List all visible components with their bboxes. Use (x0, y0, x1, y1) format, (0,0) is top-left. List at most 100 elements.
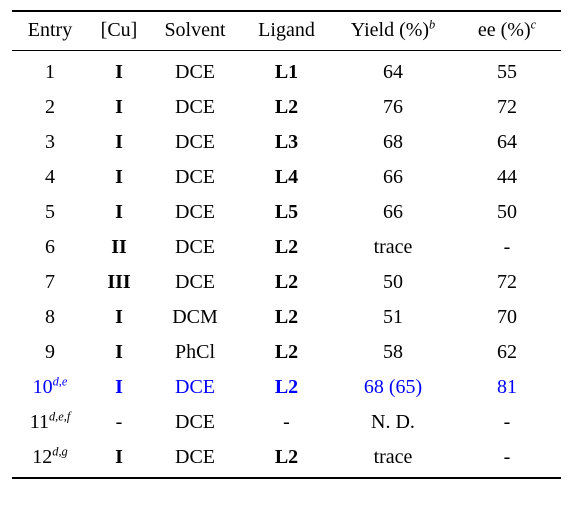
column-header-yield-label: Yield (%) (350, 19, 430, 41)
cell-entry: 7 (12, 265, 88, 300)
cell-yield: 68 (333, 125, 453, 160)
cell-solvent: DCE (150, 265, 240, 300)
cell-ee: - (453, 230, 561, 265)
cell-entry-value: 4 (45, 166, 55, 188)
column-header-ee-label: ee (%) (477, 19, 531, 41)
cell-ligand-value: L2 (274, 306, 299, 328)
cell-ee-value: - (503, 446, 511, 468)
table-row: 6 II DCE L2 trace - (12, 230, 561, 265)
cell-entry-value: 5 (45, 201, 55, 223)
cell-ee-value: 81 (497, 376, 517, 398)
cell-entry-value: 10 (32, 376, 53, 398)
cell-yield-value: 68 (65) (363, 376, 423, 398)
cell-yield: 58 (333, 335, 453, 370)
cell-entry-value: 3 (45, 131, 55, 153)
cell-ligand-value: L2 (274, 271, 299, 293)
cell-yield-value: 64 (383, 61, 403, 83)
cell-entry-value: 12 (32, 446, 53, 468)
cell-cu-value: I (115, 61, 123, 83)
cell-ee: 50 (453, 195, 561, 230)
table-row: 11d,e,f - DCE - N. D. - (12, 405, 561, 440)
cell-cu: I (88, 160, 150, 195)
results-table-container: Entry [Cu] Solvent Ligand Yield (%)b ee … (0, 0, 573, 517)
cell-entry-value: 11 (29, 411, 49, 433)
table-row: 4 I DCE L4 66 44 (12, 160, 561, 195)
cell-ligand: L2 (240, 90, 333, 125)
cell-entry-value: 9 (45, 341, 55, 363)
cell-cu-value: - (115, 411, 123, 433)
cell-solvent-value: DCE (175, 446, 215, 468)
cell-ee: - (453, 405, 561, 440)
cell-ee: 44 (453, 160, 561, 195)
column-header-solvent: Solvent (150, 11, 240, 51)
table-row: 10d,e I DCE L2 68 (65) 81 (12, 370, 561, 405)
cell-entry: 9 (12, 335, 88, 370)
cell-ee-value: 55 (497, 61, 517, 83)
column-header-cu-label: [Cu] (100, 19, 138, 41)
cell-yield: 68 (65) (333, 370, 453, 405)
cell-solvent: DCE (150, 51, 240, 91)
cell-yield-value: 66 (383, 201, 403, 223)
cell-cu: I (88, 440, 150, 479)
column-header-cu: [Cu] (88, 11, 150, 51)
cell-solvent-value: DCE (175, 201, 215, 223)
cell-entry: 4 (12, 160, 88, 195)
cell-cu-value: I (115, 96, 123, 118)
cell-entry-value: 8 (45, 306, 55, 328)
column-header-ee: ee (%)c (453, 11, 561, 51)
cell-ligand-value: L2 (274, 446, 299, 468)
cell-entry: 5 (12, 195, 88, 230)
results-table: Entry [Cu] Solvent Ligand Yield (%)b ee … (12, 10, 561, 479)
cell-solvent: PhCl (150, 335, 240, 370)
cell-cu: I (88, 195, 150, 230)
column-header-yield-marker: b (429, 17, 436, 32)
cell-solvent: DCE (150, 90, 240, 125)
table-body: 1 I DCE L1 64 55 2 I DCE L2 76 72 3 I DCE L3 68 64 4 I DCE L4… (12, 51, 561, 479)
table-row: 1 I DCE L1 64 55 (12, 51, 561, 91)
cell-entry: 2 (12, 90, 88, 125)
cell-ee: 64 (453, 125, 561, 160)
cell-ee: 72 (453, 265, 561, 300)
column-header-entry: Entry (12, 11, 88, 51)
cell-ligand-value: L2 (274, 96, 299, 118)
cell-ee: - (453, 440, 561, 479)
cell-solvent: DCE (150, 125, 240, 160)
cell-yield: 51 (333, 300, 453, 335)
cell-ee: 55 (453, 51, 561, 91)
cell-ligand: - (240, 405, 333, 440)
cell-ee: 72 (453, 90, 561, 125)
cell-entry-value: 6 (45, 236, 55, 258)
cell-yield: 66 (333, 195, 453, 230)
cell-ligand: L4 (240, 160, 333, 195)
table-row: 12d,g I DCE L2 trace - (12, 440, 561, 479)
table-row: 3 I DCE L3 68 64 (12, 125, 561, 160)
cell-solvent: DCE (150, 195, 240, 230)
cell-cu: I (88, 90, 150, 125)
cell-entry-value: 7 (45, 271, 55, 293)
cell-cu: II (88, 230, 150, 265)
cell-yield-value: trace (373, 446, 413, 468)
cell-solvent-value: DCE (175, 61, 215, 83)
cell-entry: 10d,e (12, 370, 88, 405)
cell-yield-value: 58 (383, 341, 403, 363)
cell-ligand: L2 (240, 335, 333, 370)
cell-ee: 70 (453, 300, 561, 335)
cell-ligand-value: - (283, 411, 290, 433)
cell-ligand: L3 (240, 125, 333, 160)
table-row: 2 I DCE L2 76 72 (12, 90, 561, 125)
cell-solvent-value: DCE (175, 236, 215, 258)
cell-cu-value: I (115, 341, 123, 363)
column-header-solvent-label: Solvent (164, 19, 226, 41)
cell-solvent: DCM (150, 300, 240, 335)
cell-ligand: L1 (240, 51, 333, 91)
cell-entry: 12d,g (12, 440, 88, 479)
cell-cu-value: III (107, 271, 131, 293)
cell-solvent: DCE (150, 160, 240, 195)
cell-ee-value: 44 (497, 166, 517, 188)
cell-entry-value: 2 (45, 96, 55, 118)
cell-ligand: L2 (240, 300, 333, 335)
cell-cu: I (88, 125, 150, 160)
cell-yield-value: 51 (383, 306, 403, 328)
table-row: 5 I DCE L5 66 50 (12, 195, 561, 230)
cell-cu: I (88, 370, 150, 405)
